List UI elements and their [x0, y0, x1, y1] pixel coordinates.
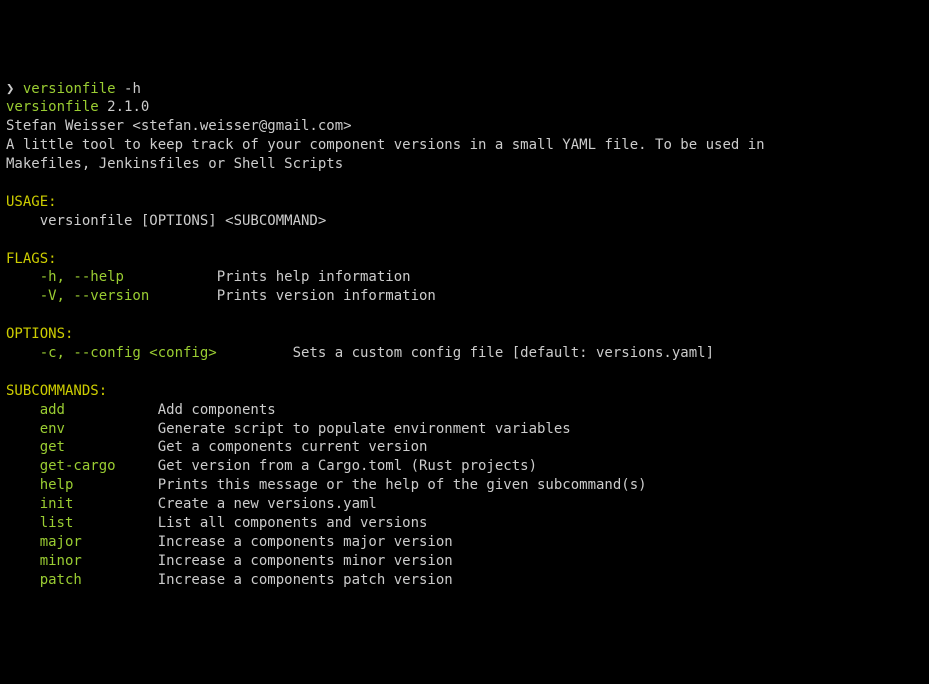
subcommand-desc: Create a new versions.yaml: [158, 496, 377, 512]
command-arg: -h: [124, 81, 141, 97]
program-version: 2.1.0: [107, 99, 149, 115]
subcommand-desc: Increase a components major version: [158, 534, 453, 550]
prompt-line[interactable]: ❯ versionfile -h: [6, 81, 141, 97]
subcommand-name: list: [40, 514, 158, 533]
subcommand-row: addAdd components: [6, 402, 276, 418]
subcommand-name: patch: [40, 571, 158, 590]
prompt-symbol: ❯: [6, 81, 14, 97]
subcommand-row: minorIncrease a components minor version: [6, 553, 453, 569]
flags-heading: FLAGS:: [6, 251, 57, 267]
flag-desc: Prints version information: [217, 288, 436, 304]
flag-row: -h, --helpPrints help information: [6, 269, 411, 285]
author-line: Stefan Weisser <stefan.weisser@gmail.com…: [6, 118, 352, 134]
subcommand-name: get-cargo: [40, 457, 158, 476]
usage-text: versionfile [OPTIONS] <SUBCOMMAND>: [40, 213, 327, 229]
option-row: -c, --config <config>Sets a custom confi…: [6, 345, 714, 361]
flag-name: -V, --version: [40, 287, 217, 306]
subcommand-row: majorIncrease a components major version: [6, 534, 453, 550]
subcommand-name: get: [40, 438, 158, 457]
options-heading: OPTIONS:: [6, 326, 73, 342]
subcommand-row: initCreate a new versions.yaml: [6, 496, 377, 512]
subcommand-row: listList all components and versions: [6, 515, 427, 531]
subcommand-name: add: [40, 401, 158, 420]
subcommands-heading: SUBCOMMANDS:: [6, 383, 107, 399]
flag-row: -V, --versionPrints version information: [6, 288, 436, 304]
subcommand-row: envGenerate script to populate environme…: [6, 421, 571, 437]
flag-desc: Prints help information: [217, 269, 411, 285]
subcommand-name: help: [40, 476, 158, 495]
flag-name: -h, --help: [40, 268, 217, 287]
option-name: -c, --config <config>: [40, 344, 293, 363]
subcommand-name: major: [40, 533, 158, 552]
description-line1: A little tool to keep track of your comp…: [6, 137, 765, 153]
subcommand-row: get-cargoGet version from a Cargo.toml (…: [6, 458, 537, 474]
terminal-output: ❯ versionfile -h versionfile 2.1.0 Stefa…: [6, 80, 923, 590]
subcommand-row: helpPrints this message or the help of t…: [6, 477, 647, 493]
subcommand-name: minor: [40, 552, 158, 571]
subcommand-row: patchIncrease a components patch version: [6, 572, 453, 588]
program-version-line: versionfile 2.1.0: [6, 99, 149, 115]
subcommand-desc: Get version from a Cargo.toml (Rust proj…: [158, 458, 537, 474]
command-name: versionfile: [23, 81, 116, 97]
subcommand-desc: Get a components current version: [158, 439, 428, 455]
option-desc: Sets a custom config file [default: vers…: [293, 345, 714, 361]
usage-line: versionfile [OPTIONS] <SUBCOMMAND>: [6, 213, 326, 229]
subcommand-desc: List all components and versions: [158, 515, 428, 531]
description-line2: Makefiles, Jenkinsfiles or Shell Scripts: [6, 156, 343, 172]
subcommand-desc: Increase a components patch version: [158, 572, 453, 588]
subcommand-name: init: [40, 495, 158, 514]
subcommand-row: getGet a components current version: [6, 439, 427, 455]
subcommand-desc: Increase a components minor version: [158, 553, 453, 569]
program-name: versionfile: [6, 99, 99, 115]
subcommand-desc: Generate script to populate environment …: [158, 421, 571, 437]
usage-heading: USAGE:: [6, 194, 57, 210]
subcommand-desc: Add components: [158, 402, 276, 418]
subcommand-desc: Prints this message or the help of the g…: [158, 477, 647, 493]
subcommand-name: env: [40, 420, 158, 439]
